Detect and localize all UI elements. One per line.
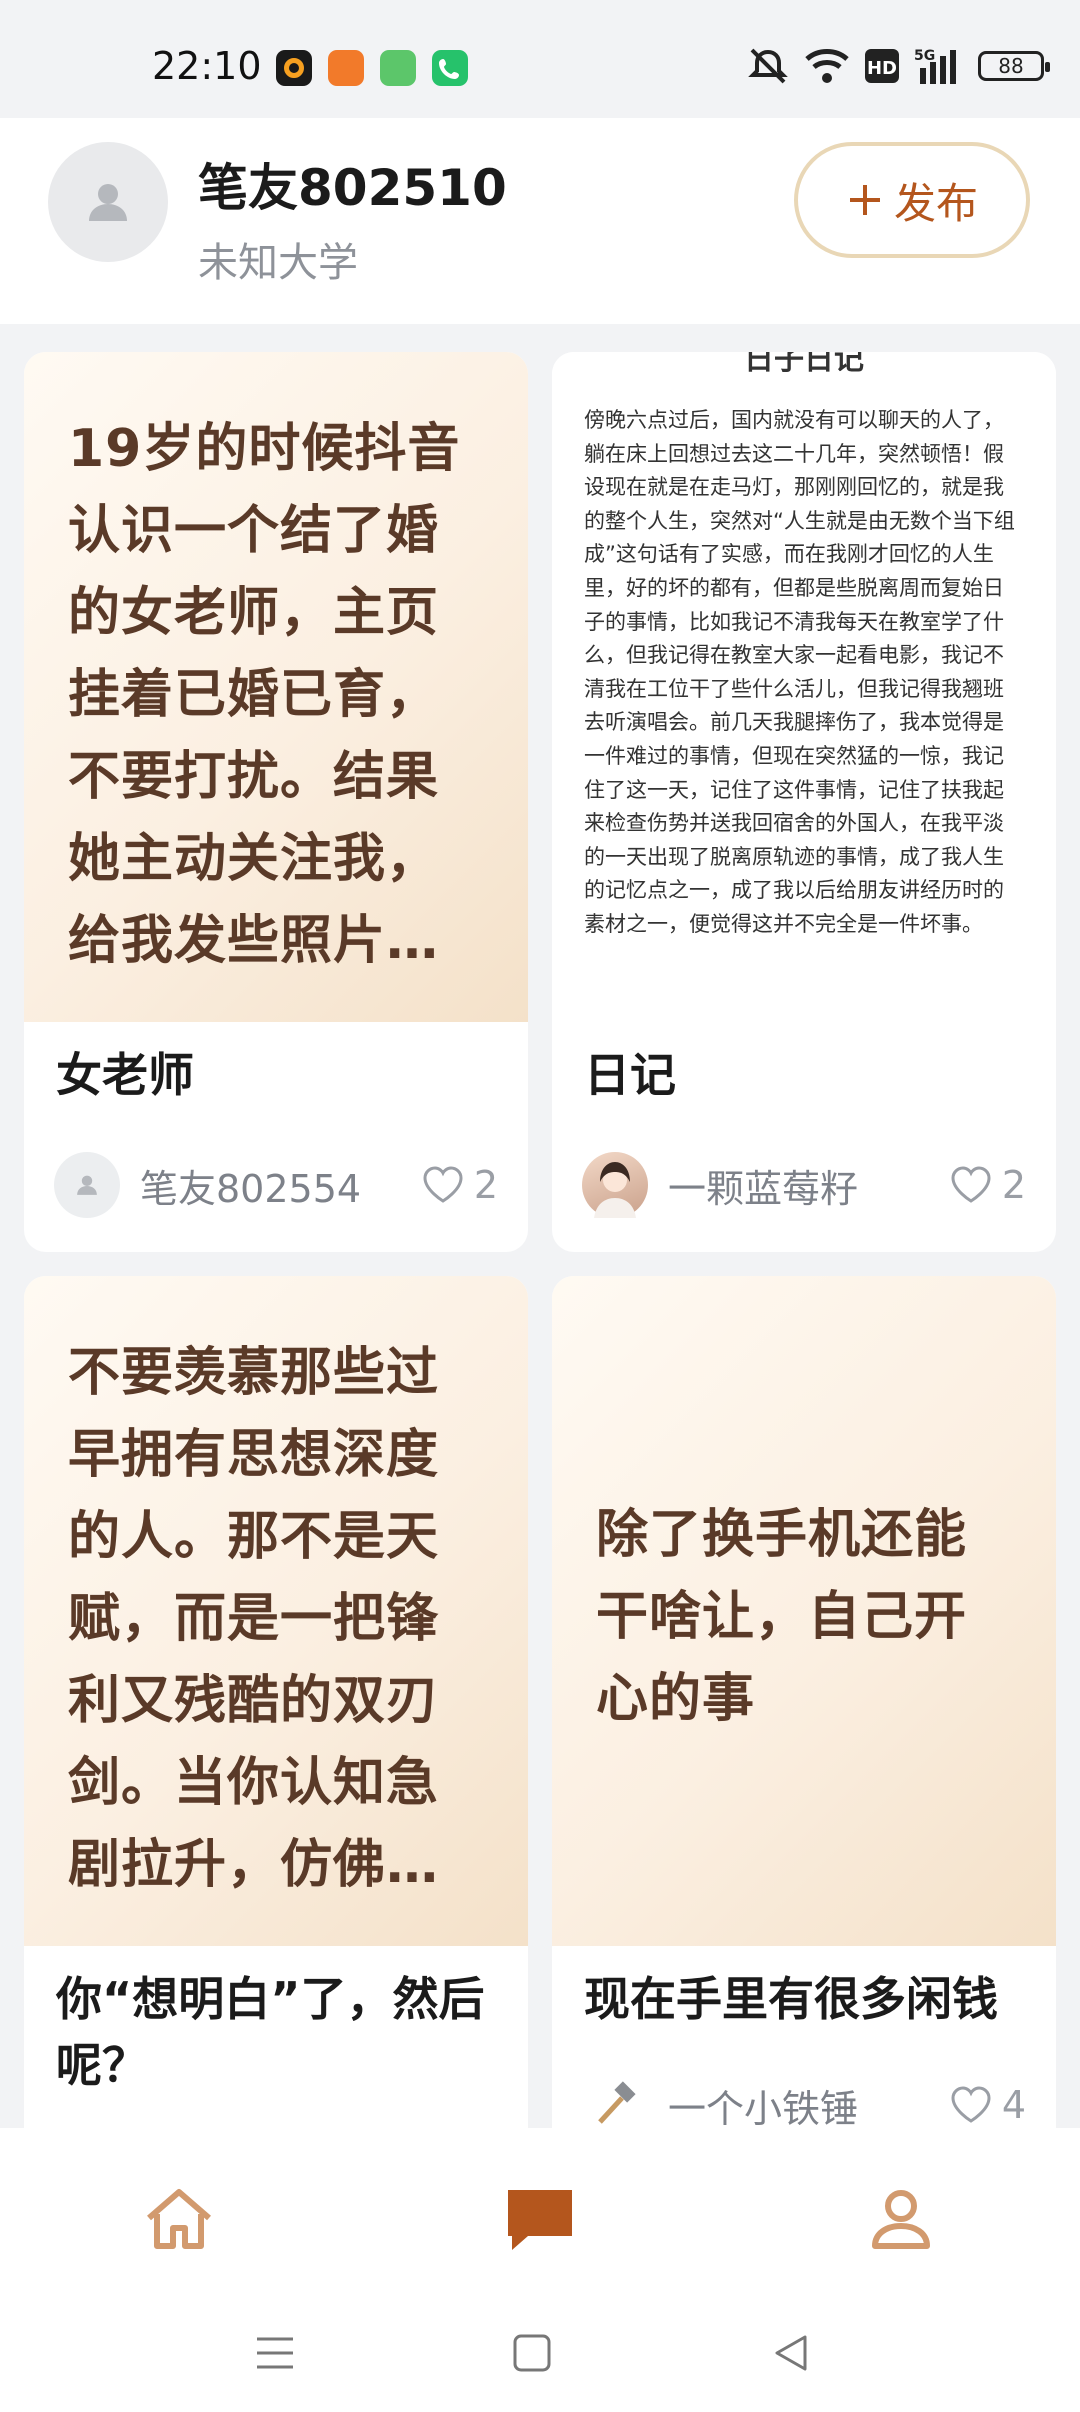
heart-icon	[423, 1166, 463, 1203]
home-icon	[147, 2189, 211, 2249]
system-back-button[interactable]	[756, 2318, 826, 2388]
bottom-nav	[0, 2128, 1080, 2412]
school-name: 未知大学	[198, 240, 358, 286]
publish-label: 发布	[893, 178, 978, 228]
back-icon	[775, 2335, 807, 2371]
like-button[interactable]: 2	[422, 1163, 498, 1207]
username: 笔友802510	[198, 159, 507, 217]
author-avatar[interactable]	[54, 1152, 120, 1218]
post-title: 你“想明白”了，然后呢？	[56, 1972, 485, 2092]
post-cover: 除了换手机还能干啥让，自己开心的事	[552, 1276, 1056, 1946]
notification-app-icon	[276, 50, 312, 86]
status-time: 22:10	[152, 44, 262, 88]
post-cover-title: 日子日记	[744, 352, 864, 377]
battery-indicator: 88	[978, 51, 1050, 81]
nav-messages[interactable]	[495, 2174, 585, 2264]
screen: 22:10 HD 5G 88 笔友802510 未知大学 发布 19岁的时候抖音…	[0, 0, 1080, 2412]
notification-phone-icon	[432, 50, 468, 86]
nav-home[interactable]	[134, 2174, 224, 2264]
battery-level: 88	[998, 54, 1024, 78]
message-icon	[508, 2190, 572, 2250]
mute-icon	[748, 48, 788, 84]
default-avatar-icon	[77, 1175, 97, 1195]
default-avatar-icon	[89, 184, 127, 221]
hammer-icon	[598, 2081, 636, 2124]
author-name[interactable]: 笔友802554	[140, 1158, 422, 1213]
square-icon	[513, 2334, 551, 2372]
post-card[interactable]: 日子日记 傍晚六点过后，国内就没有可以聊天的人了，躺在床上回想过去这二十几年，突…	[552, 352, 1056, 1252]
post-meta: 笔友802554 2	[54, 1150, 498, 1220]
post-cover-text: 19岁的时候抖音认识一个结了婚的女老师，主页挂着已婚已育，不要打扰。结果她主动关…	[68, 419, 461, 971]
notification-book-icon	[328, 50, 364, 86]
author-name[interactable]: 一个小铁锤	[668, 2078, 950, 2133]
like-count: 4	[1001, 2083, 1026, 2127]
hd-icon: HD	[865, 49, 899, 83]
author-avatar[interactable]	[582, 1152, 648, 1218]
publish-button[interactable]: 发布	[794, 142, 1030, 258]
post-title: 女老师	[56, 1048, 194, 1102]
post-card[interactable]: 不要羡慕那些过早拥有思想深度的人。那不是天赋，而是一把锋利又残酷的双刃剑。当你认…	[24, 1276, 528, 2176]
svg-text:5G: 5G	[914, 48, 935, 64]
post-cover: 不要羡慕那些过早拥有思想深度的人。那不是天赋，而是一把锋利又残酷的双刃剑。当你认…	[24, 1276, 528, 1946]
like-count: 2	[473, 1163, 498, 1207]
status-bar: 22:10 HD 5G 88	[0, 0, 1080, 118]
post-cover-text: 除了换手机还能干啥让，自己开心的事	[596, 1505, 968, 1729]
portrait-icon	[594, 1162, 636, 1218]
like-button[interactable]: 4	[950, 2083, 1026, 2127]
user-avatar[interactable]	[48, 142, 168, 262]
profile-icon	[872, 2190, 930, 2249]
post-cover-text: 傍晚六点过后，国内就没有可以聊天的人了，躺在床上回想过去这二十几年，突然顿悟！假…	[584, 408, 1015, 936]
author-name[interactable]: 一颗蓝莓籽	[668, 1158, 950, 1213]
nav-profile[interactable]	[856, 2174, 946, 2264]
profile-header: 笔友802510 未知大学 发布	[0, 118, 1080, 324]
heart-icon	[951, 2086, 991, 2123]
post-meta: 一颗蓝莓籽 2	[582, 1150, 1026, 1220]
heart-icon	[951, 1166, 991, 1203]
post-title: 现在手里有很多闲钱	[584, 1972, 998, 2026]
post-title: 日记	[584, 1048, 676, 1102]
post-cover: 日子日记 傍晚六点过后，国内就没有可以聊天的人了，躺在床上回想过去这二十几年，突…	[552, 352, 1056, 1022]
notification-gallery-icon	[380, 50, 416, 86]
plus-icon	[849, 185, 880, 215]
system-menu-button[interactable]	[240, 2318, 310, 2388]
menu-icon	[257, 2337, 293, 2369]
wifi-icon	[805, 49, 849, 83]
post-cover-text: 不要羡慕那些过早拥有思想深度的人。那不是天赋，而是一把锋利又残酷的双刃剑。当你认…	[68, 1343, 440, 1895]
system-home-button[interactable]	[497, 2318, 567, 2388]
signal-icon: 5G	[914, 48, 956, 84]
status-icons: HD 5G 88	[746, 46, 1050, 86]
like-button[interactable]: 2	[950, 1163, 1026, 1207]
like-count: 2	[1001, 1163, 1026, 1207]
svg-text:HD: HD	[867, 58, 897, 79]
post-card[interactable]: 除了换手机还能干啥让，自己开心的事 现在手里有很多闲钱 一个小铁锤 4	[552, 1276, 1056, 2176]
post-cover: 19岁的时候抖音认识一个结了婚的女老师，主页挂着已婚已育，不要打扰。结果她主动关…	[24, 352, 528, 1022]
post-card[interactable]: 19岁的时候抖音认识一个结了婚的女老师，主页挂着已婚已育，不要打扰。结果她主动关…	[24, 352, 528, 1252]
